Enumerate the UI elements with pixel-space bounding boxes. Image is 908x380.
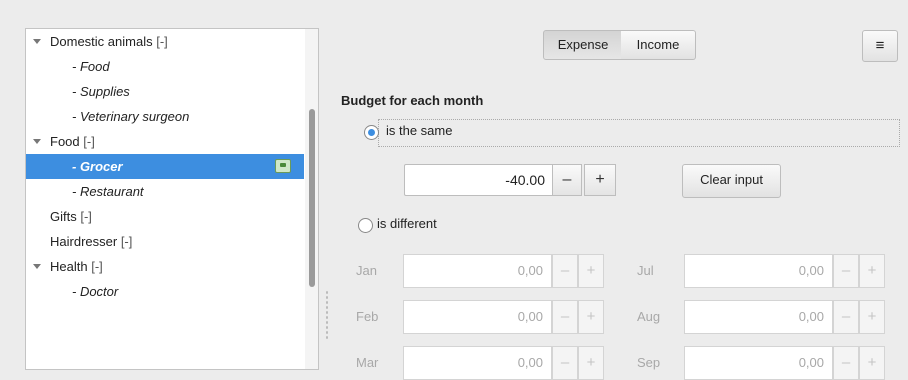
- tree-row[interactable]: Health [-]: [26, 254, 304, 279]
- scrollbar-thumb[interactable]: [309, 109, 315, 287]
- tree-row-label: - Food: [72, 59, 110, 74]
- budget-heading: Budget for each month: [341, 93, 484, 108]
- type-toggle: Expense Income: [543, 30, 697, 60]
- month-decrement-button[interactable]: –: [833, 300, 859, 334]
- month-increment-button[interactable]: +: [578, 300, 604, 334]
- month-decrement-button[interactable]: –: [833, 254, 859, 288]
- month-amount-input[interactable]: 0,00: [684, 254, 833, 288]
- tree-row-label: Food [-]: [50, 134, 95, 149]
- month-label: Aug: [637, 309, 661, 324]
- same-option-focus: [378, 119, 900, 147]
- month-amount-input[interactable]: 0,00: [684, 300, 833, 334]
- expand-arrow-icon[interactable]: [31, 29, 43, 54]
- month-increment-button[interactable]: +: [859, 254, 885, 288]
- same-label[interactable]: is the same: [386, 123, 452, 138]
- expense-button[interactable]: Expense: [543, 30, 623, 60]
- expand-arrow-icon[interactable]: [31, 254, 43, 279]
- tree-row-tag: [-]: [83, 134, 95, 149]
- tree-row-tag: [-]: [120, 234, 133, 249]
- tree-row-label: - Restaurant: [72, 184, 144, 199]
- tree-row-tag: [-]: [91, 259, 103, 274]
- category-icon: [275, 159, 291, 173]
- panel-splitter[interactable]: [325, 290, 329, 340]
- month-decrement-button[interactable]: –: [552, 346, 578, 380]
- different-radio[interactable]: [358, 218, 373, 233]
- amount-input[interactable]: -40.00: [404, 164, 554, 196]
- amount-decrement-button[interactable]: –: [552, 164, 582, 196]
- month-decrement-button[interactable]: –: [833, 346, 859, 380]
- menu-button[interactable]: ≡: [862, 30, 898, 62]
- expand-arrow-icon[interactable]: [31, 129, 43, 154]
- month-increment-button[interactable]: +: [859, 300, 885, 334]
- tree-row-label: - Doctor: [72, 284, 119, 299]
- month-increment-button[interactable]: +: [859, 346, 885, 380]
- month-decrement-button[interactable]: –: [552, 300, 578, 334]
- month-amount-input[interactable]: 0,00: [403, 254, 552, 288]
- tree-row[interactable]: Hairdresser [-]: [26, 229, 304, 254]
- different-label[interactable]: is different: [377, 216, 437, 231]
- tree-row-label: Health [-]: [50, 259, 103, 274]
- month-amount-input[interactable]: 0,00: [403, 346, 552, 380]
- month-amount-input[interactable]: 0,00: [684, 346, 833, 380]
- tree-row-tag: [-]: [80, 209, 92, 224]
- tree-row[interactable]: - Grocer: [26, 154, 304, 179]
- amount-increment-button[interactable]: +: [584, 164, 616, 196]
- tree-row[interactable]: - Doctor: [26, 279, 304, 304]
- tree-row-label: Domestic animals [-]: [50, 34, 168, 49]
- tree-row[interactable]: - Veterinary surgeon: [26, 104, 304, 129]
- category-tree[interactable]: Domestic animals [-] - Food - Supplies - Ve…: [25, 28, 319, 370]
- month-decrement-button[interactable]: –: [552, 254, 578, 288]
- tree-row[interactable]: Domestic animals [-]: [26, 29, 304, 54]
- tree-row-tag: [-]: [156, 34, 168, 49]
- month-label: Mar: [356, 355, 379, 370]
- month-label: Sep: [637, 355, 661, 370]
- tree-row-label: - Grocer: [72, 159, 123, 174]
- hamburger-icon: ≡: [875, 37, 885, 54]
- month-label: Jan: [356, 263, 377, 278]
- tree-row[interactable]: - Food: [26, 54, 304, 79]
- tree-row-label: Hairdresser [-]: [50, 234, 133, 249]
- income-button[interactable]: Income: [621, 30, 696, 60]
- month-increment-button[interactable]: +: [578, 346, 604, 380]
- tree-row-label: - Veterinary surgeon: [72, 109, 190, 124]
- month-amount-input[interactable]: 0,00: [403, 300, 552, 334]
- tree-row[interactable]: - Restaurant: [26, 179, 304, 204]
- month-increment-button[interactable]: +: [578, 254, 604, 288]
- tree-row-label: - Supplies: [72, 84, 130, 99]
- clear-input-button[interactable]: Clear input: [682, 164, 781, 198]
- tree-row-label: Gifts [-]: [50, 209, 92, 224]
- month-label: Jul: [637, 263, 654, 278]
- tree-row[interactable]: - Supplies: [26, 79, 304, 104]
- same-radio[interactable]: [364, 125, 379, 140]
- tree-scrollbar[interactable]: [305, 29, 318, 369]
- month-label: Feb: [356, 309, 379, 324]
- tree-row[interactable]: Gifts [-]: [26, 204, 304, 229]
- tree-row[interactable]: Food [-]: [26, 129, 304, 154]
